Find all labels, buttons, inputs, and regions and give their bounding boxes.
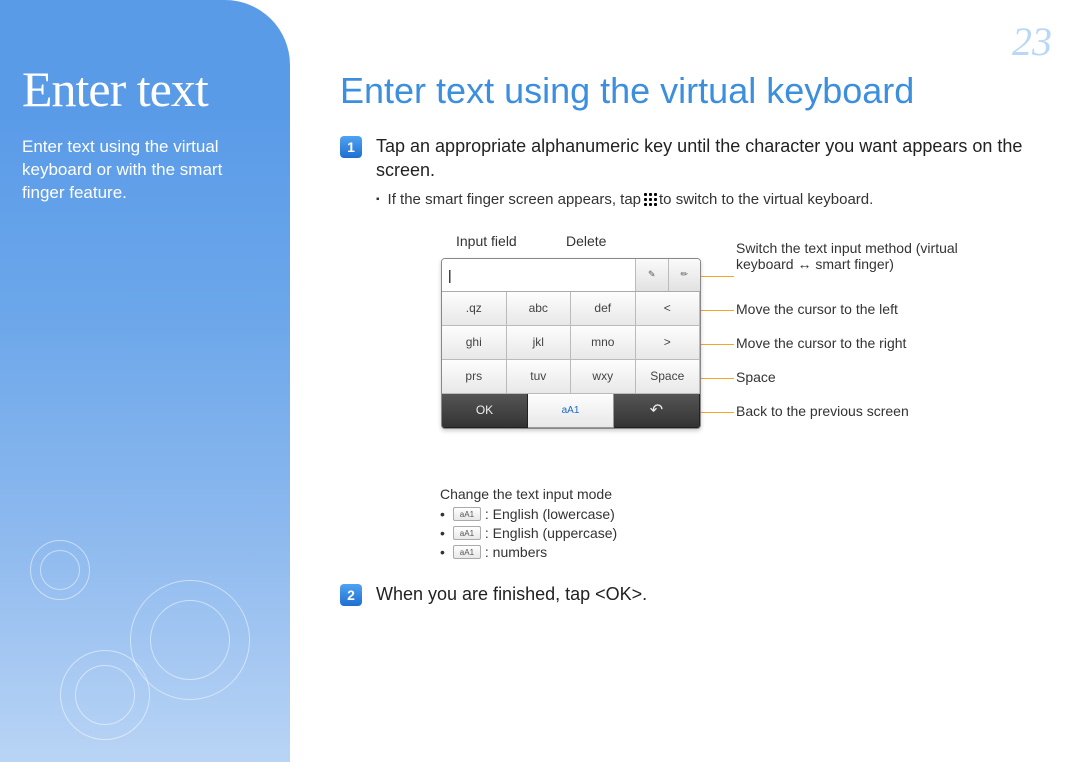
step-2: 2 When you are finished, tap <OK>. [340,582,1052,606]
mode-chip-icon: aA1 [453,545,481,559]
keyboard-diagram: Input field Delete Switch the text input… [376,228,1016,478]
kb-key-def[interactable]: def [571,292,636,326]
kb-pen-key[interactable]: ✏ [668,259,701,291]
label-switch-method: Switch the text input method (virtual ke… [736,240,996,272]
sub-text-before: If the smart finger screen appears, tap [388,191,641,208]
step-text: Tap an appropriate alphanumeric key unti… [376,134,1052,183]
kb-key-mode[interactable]: aA1 [528,394,614,428]
kb-key-right[interactable]: > [636,326,701,360]
kb-delete-key[interactable]: ✎ [635,259,668,291]
label-space: Space [736,369,776,385]
kb-key-ghi[interactable]: ghi [442,326,507,360]
label-move-left: Move the cursor to the left [736,301,898,317]
kb-key-qz[interactable]: .qz [442,292,507,326]
label-delete: Delete [566,233,606,249]
label-back: Back to the previous screen [736,403,909,419]
decor-circle [40,550,80,590]
kb-key-space[interactable]: Space [636,360,701,394]
kb-key-jkl[interactable]: jkl [507,326,572,360]
step-1: 1 Tap an appropriate alphanumeric key un… [340,134,1052,183]
kb-key-left[interactable]: < [636,292,701,326]
sidebar-title: Enter text [22,60,262,118]
label-input-field: Input field [456,233,517,249]
kb-key-tuv[interactable]: tuv [507,360,572,394]
mode-chip-icon: aA1 [453,526,481,540]
label-move-right: Move the cursor to the right [736,335,906,351]
step-1-sub: If the smart finger screen appears, tap … [376,191,1052,208]
kb-key-abc[interactable]: abc [507,292,572,326]
pencil-icon: ✏ [680,269,688,280]
modes-title: Change the text input mode [440,486,1052,502]
keyboard-grid-icon [643,192,657,206]
mode-label: : English (uppercase) [485,525,617,541]
sidebar: Enter text Enter text using the virtual … [0,0,290,762]
mode-label: : English (lowercase) [485,506,615,522]
mode-label: : numbers [485,544,547,560]
step-number-badge: 1 [340,136,362,158]
kb-key-wxy[interactable]: wxy [571,360,636,394]
mode-item: aA1 : English (uppercase) [440,525,1052,541]
eraser-icon: ✎ [648,269,656,280]
mode-item: aA1 : numbers [440,544,1052,560]
main-title: Enter text using the virtual keyboard [340,70,1052,112]
main-content: Enter text using the virtual keyboard 1 … [340,70,1052,614]
sidebar-desc: Enter text using the virtual keyboard or… [22,136,262,205]
kb-key-ok[interactable]: OK [442,394,528,428]
sub-text-after: to switch to the virtual keyboard. [659,191,873,208]
mode-item: aA1 : English (lowercase) [440,506,1052,522]
page-number: 23 [1012,18,1052,65]
kb-key-back[interactable]: ↶ [614,394,700,428]
step-text: When you are finished, tap <OK>. [376,582,647,606]
input-modes-list: Change the text input mode aA1 : English… [440,486,1052,560]
kb-key-prs[interactable]: prs [442,360,507,394]
decor-circle [75,665,135,725]
kb-key-mno[interactable]: mno [571,326,636,360]
decor-circle [150,600,230,680]
mode-chip-icon: aA1 [453,507,481,521]
virtual-keyboard: ✎ ✏ .qz abc def < ghi jkl mno > prs tuv [441,258,701,429]
kb-input-field[interactable] [442,259,635,291]
step-number-badge: 2 [340,584,362,606]
